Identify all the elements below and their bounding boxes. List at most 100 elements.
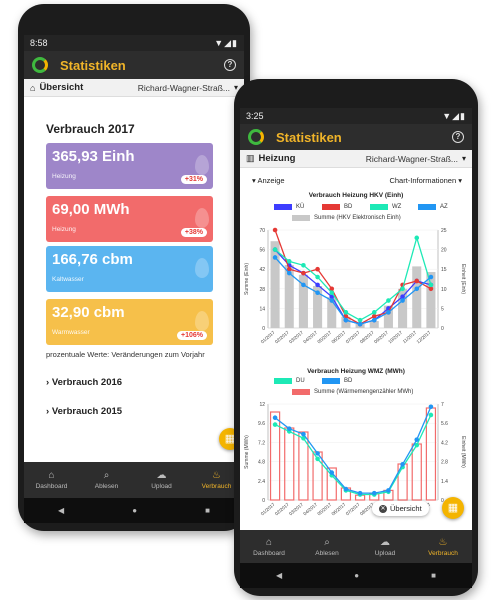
series-point: [301, 262, 306, 268]
nav-label: Upload: [374, 549, 396, 557]
y2-tick-label: 10: [441, 287, 447, 293]
nav-verbrauch[interactable]: ♨ Verbrauch: [414, 530, 472, 563]
y-axis-label: Summe (Einh): [244, 263, 250, 295]
series-point: [414, 235, 420, 241]
series-point: [301, 270, 306, 276]
nav-verbrauch-icon: ♨: [438, 536, 448, 548]
legend-item-bar[interactable]: Summe (Wärmemengenzähler MWh): [292, 389, 413, 395]
back-icon[interactable]: ◀: [58, 506, 64, 515]
consumption-card-3[interactable]: 32,90 cbm Warmwasser +106%: [46, 299, 213, 345]
chart1-svg: 0 014 528 1042 1556 2070 2501/201702/201703/20…: [244, 227, 466, 345]
series-point: [414, 278, 420, 284]
series-point: [272, 247, 278, 252]
drop-icon: [195, 155, 209, 175]
menu-fab-button[interactable]: ▦: [442, 497, 464, 519]
legend-item-0[interactable]: DU: [274, 378, 305, 384]
x-tick-label: 06/2017: [331, 502, 347, 517]
chart2-svg: 0 02.4 1.44.8 2.87.2 4.29.6 5.612 701/201702/2…: [244, 402, 466, 517]
system-nav: ◀ ● ■: [240, 563, 472, 588]
chart2-title: Verbrauch Heizung WMZ (MWh): [307, 368, 405, 375]
status-icons: ▼◢▮: [442, 110, 466, 121]
series-line: [274, 235, 432, 321]
y2-tick-label: 5: [441, 306, 444, 312]
legend-label: BD: [344, 204, 353, 210]
nav-ablesen[interactable]: ⌕ Ablesen: [79, 462, 134, 498]
nav-upload[interactable]: ☁ Upload: [134, 462, 189, 498]
expand-verbrauch-2015[interactable]: › Verbrauch 2015: [46, 406, 122, 417]
legend-item-bar[interactable]: Summe (HKV Elektronisch Einh): [292, 215, 401, 221]
consumption-card-1[interactable]: 69,00 MWh Heizung +38%: [46, 196, 213, 242]
phone-left: 8:58 ▼◢▮ Statistiken ? ⌂ Übersicht Richar…: [18, 4, 250, 531]
series-point: [400, 286, 405, 292]
nav-upload[interactable]: ☁ Upload: [356, 530, 414, 563]
legend-item-3[interactable]: AZ: [418, 204, 448, 210]
anzeige-toggle[interactable]: ▾ Anzeige: [252, 176, 285, 185]
legend-item-1[interactable]: BD: [322, 378, 352, 384]
chart-info-toggle[interactable]: Chart-Informationen ▾: [389, 176, 462, 185]
overview-tooltip[interactable]: ✕ Übersicht: [372, 501, 429, 516]
nav-dashboard[interactable]: ⌂ Dashboard: [24, 462, 79, 498]
bar: [411, 443, 422, 501]
x-tick-label: 04/2017: [302, 502, 318, 517]
series-point: [386, 310, 391, 315]
section-label: Heizung: [258, 153, 296, 164]
y-tick-label: 0: [262, 326, 265, 332]
legend-label: Summe (HKV Elektronisch Einh): [314, 215, 401, 221]
property-selector[interactable]: ⌂ Übersicht Richard-Wagner-Straß... ▾: [24, 79, 244, 97]
consumption-card-2[interactable]: 166,76 cbm Kaltwasser: [46, 246, 213, 292]
expand-verbrauch-2016[interactable]: › Verbrauch 2016: [46, 377, 122, 388]
y2-tick-label: 7: [441, 402, 444, 408]
nav-label: Verbrauch: [428, 549, 458, 557]
recents-icon[interactable]: ■: [431, 571, 436, 580]
series-point: [272, 422, 278, 427]
recents-icon[interactable]: ■: [205, 506, 210, 515]
property-selector[interactable]: ▥ Heizung Richard-Wagner-Straß... ▾: [240, 150, 472, 168]
status-bar: 3:25 ▼◢▮: [240, 108, 472, 124]
app-title: Statistiken: [276, 129, 342, 145]
bar: [412, 266, 422, 328]
nav-label: Ablesen: [94, 483, 119, 490]
bar: [270, 241, 280, 328]
back-icon[interactable]: ◀: [276, 571, 282, 580]
change-badge: +106%: [177, 331, 207, 340]
legend-item-0[interactable]: KÜ: [274, 204, 304, 210]
address-label: Richard-Wagner-Straß...: [365, 153, 458, 164]
chevron-down-icon: ▾: [461, 154, 466, 163]
legend-label: AZ: [440, 204, 448, 210]
nav-label: Ablesen: [315, 549, 339, 557]
page-title: Verbrauch 2017: [46, 122, 135, 136]
x-tick-label: 05/2017: [316, 330, 332, 345]
home-circle-icon[interactable]: ●: [132, 506, 137, 515]
series-point: [343, 310, 349, 315]
nav-label: Dashboard: [35, 483, 68, 490]
y2-tick-label: 1.4: [441, 479, 448, 485]
help-icon[interactable]: ?: [224, 59, 236, 71]
legend-item-2[interactable]: WZ: [370, 204, 401, 210]
phone-right-screen: 3:25 ▼◢▮ Statistiken ? ▥ Heizung Richard-…: [240, 108, 472, 563]
y2-axis-label: Einheit (Einh): [460, 264, 466, 294]
nav-upload-icon: ☁: [156, 470, 167, 481]
anzeige-label: Anzeige: [257, 176, 285, 185]
status-bar: 8:58 ▼◢▮: [24, 35, 244, 51]
legend-label: BD: [344, 378, 353, 384]
x-tick-label: 07/2017: [345, 502, 361, 517]
consumption-card-0[interactable]: 365,93 Einh Heizung +31%: [46, 143, 213, 189]
legend-label: KÜ: [296, 204, 305, 210]
y-tick-label: 14: [259, 306, 265, 312]
home-circle-icon[interactable]: ●: [354, 571, 359, 580]
series-point: [371, 310, 377, 315]
y-tick-label: 56: [259, 248, 265, 254]
status-time: 8:58: [30, 38, 48, 48]
legend-label: Summe (Wärmemengenzähler MWh): [314, 389, 414, 395]
series-point: [301, 431, 306, 437]
series-point: [357, 321, 363, 327]
legend-item-1[interactable]: BD: [322, 204, 352, 210]
series-line: [274, 249, 432, 325]
nav-dashboard-icon: ⌂: [48, 470, 55, 481]
app-bar: Statistiken ?: [240, 124, 472, 150]
close-icon[interactable]: ✕: [379, 504, 387, 513]
help-icon[interactable]: ?: [452, 131, 464, 143]
nav-ablesen[interactable]: ⌕ Ablesen: [298, 530, 356, 563]
nav-dashboard[interactable]: ⌂ Dashboard: [240, 530, 298, 563]
nav-label: Upload: [151, 483, 172, 490]
